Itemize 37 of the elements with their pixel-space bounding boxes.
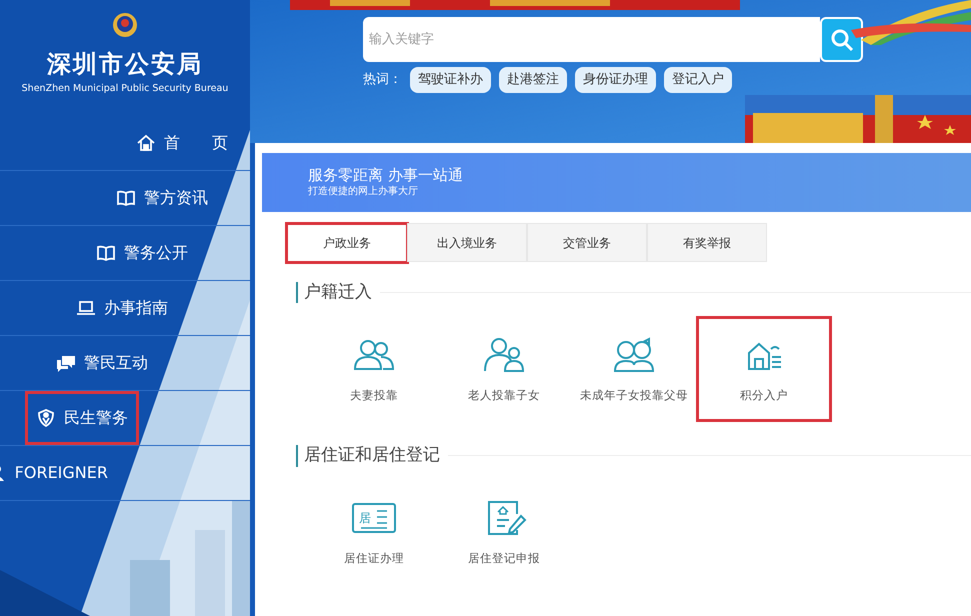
search-button[interactable] bbox=[820, 17, 863, 62]
tab[interactable]: 出入境业务 bbox=[407, 223, 527, 262]
bureau-title: 深圳市公安局 bbox=[47, 48, 203, 80]
tab[interactable]: 交管业务 bbox=[527, 223, 647, 262]
hot-words-label: 热词： bbox=[363, 71, 402, 89]
home-icon bbox=[136, 133, 156, 154]
two-children-icon bbox=[611, 334, 657, 375]
nav-link[interactable]: 警务公开 bbox=[88, 229, 196, 278]
search-icon bbox=[830, 28, 854, 52]
chat-icon bbox=[56, 353, 76, 374]
banner-subtitle: 打造便捷的网上办事大厅 bbox=[308, 184, 419, 200]
hot-word-tag[interactable]: 身份证办理 bbox=[575, 67, 656, 92]
section-title: 居住证和居住登记 bbox=[296, 445, 440, 466]
bureau-subtitle: ShenZhen Municipal Public Security Bureau bbox=[22, 82, 228, 96]
nav-link[interactable]: 警民互动 bbox=[48, 339, 156, 388]
nav-link[interactable]: FOREIGNER bbox=[0, 449, 116, 498]
banner-title: 服务零距离 办事一站通 bbox=[308, 166, 464, 184]
service-item[interactable]: 居住登记申报 bbox=[439, 482, 569, 582]
tab[interactable]: 户政业务 bbox=[287, 223, 407, 262]
section-title: 户籍迁入 bbox=[296, 282, 372, 304]
search-field[interactable]: 输入关键字 bbox=[363, 17, 820, 62]
nav-link[interactable]: 民生警务 bbox=[28, 394, 136, 442]
service-item[interactable]: 未成年子女投靠父母 bbox=[569, 319, 699, 420]
service-item[interactable]: 居 居住证办理 bbox=[309, 482, 439, 582]
nav-link[interactable]: 首 页 bbox=[128, 119, 236, 168]
book-icon bbox=[116, 188, 136, 208]
service-item[interactable]: 夫妻投靠 bbox=[309, 319, 439, 420]
tab[interactable]: 有奖举报 bbox=[647, 223, 767, 262]
book-icon bbox=[96, 243, 116, 264]
shield-icon bbox=[36, 408, 56, 428]
hot-word-tag[interactable]: 赴港签注 bbox=[499, 67, 567, 92]
service-item[interactable]: 老人投靠子女 bbox=[439, 319, 569, 420]
service-item[interactable]: 积分入户 bbox=[699, 319, 829, 420]
nav-link[interactable]: 警方资讯 bbox=[108, 174, 216, 222]
hot-word-tag[interactable]: 登记入户 bbox=[664, 67, 732, 92]
hot-word-tag[interactable]: 驾驶证补办 bbox=[410, 67, 491, 92]
nav-link[interactable]: 办事指南 bbox=[68, 284, 176, 332]
